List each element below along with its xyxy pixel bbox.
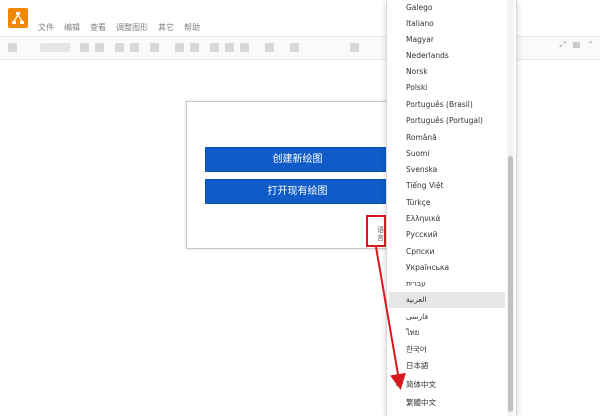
lang-item-label: Română [406,133,437,142]
zoom-in-icon[interactable] [80,43,89,52]
app-logo-icon [8,8,28,28]
lang-item-label: 繁體中文 [406,398,436,407]
delete-icon[interactable] [150,43,159,52]
lang-item-label: 简体中文 [406,380,436,389]
language-menu: Galego Italiano Magyar Nederlands Norsk … [386,0,517,416]
lang-item-simplified-chinese[interactable]: ✓ 简体中文 [389,377,505,393]
lang-item-suomi[interactable]: Suomi [389,146,505,162]
collapse-icon[interactable]: ⌃ [587,40,594,50]
lang-item-label: Português (Brasil) [406,100,473,109]
menu-view[interactable]: 查看 [90,22,106,34]
lang-item-thai[interactable]: ไทย [389,325,505,341]
lang-item-galego[interactable]: Galego [389,0,505,16]
create-new-diagram-button[interactable]: 创建新绘图 [205,147,390,172]
redo-icon[interactable] [130,43,139,52]
format-panel-icon[interactable]: ▤ [573,40,581,50]
lang-item-label: Magyar [406,35,434,44]
lang-item-hebrew[interactable]: עברית [389,276,505,292]
waypoints-icon[interactable] [290,43,299,52]
lang-item-japanese[interactable]: 日本語 [389,358,505,374]
lang-item-romana[interactable]: Română [389,130,505,146]
lang-item-svenska[interactable]: Svenska [389,162,505,178]
zoom-select[interactable] [40,43,70,52]
shadow-icon[interactable] [240,43,249,52]
lang-item-turkce[interactable]: Türkçe [389,195,505,211]
lang-item-label: Svenska [406,165,438,174]
lang-item-label: 日本語 [406,361,429,370]
lang-item-label: Ελληνικά [406,214,441,223]
lang-item-nederlands[interactable]: Nederlands [389,48,505,64]
connection-icon[interactable] [265,43,274,52]
lang-item-label: Nederlands [406,51,449,60]
menu-edit[interactable]: 编辑 [64,22,80,34]
lang-item-label: Српски [406,247,435,256]
lang-item-label: Suomi [406,149,430,158]
annotation-highlight-box [366,215,386,247]
lang-item-arabic[interactable]: العربية [389,292,505,308]
lang-item-traditional-chinese[interactable]: 繁體中文 [389,395,505,411]
lang-item-magyar[interactable]: Magyar [389,32,505,48]
lang-item-label: Italiano [406,19,434,28]
to-front-icon[interactable] [175,43,184,52]
menu-help[interactable]: 帮助 [184,22,200,34]
language-menu-scrollbar[interactable] [508,156,513,412]
lang-item-portugues-portugal[interactable]: Português (Portugal) [389,113,505,129]
lang-item-serbian[interactable]: Српски [389,244,505,260]
lang-item-label: 한국어 [406,345,427,354]
lang-item-label: Русский [406,230,438,239]
lang-item-greek[interactable]: Ελληνικά [389,211,505,227]
lang-item-portugues-brasil[interactable]: Português (Brasil) [389,97,505,113]
sidebar-toggle-icon[interactable] [8,43,17,52]
lang-item-italiano[interactable]: Italiano [389,16,505,32]
insert-icon[interactable] [350,43,359,52]
lang-item-ukrainian[interactable]: Українська [389,260,505,276]
lang-item-norsk[interactable]: Norsk [389,64,505,80]
menu-extras[interactable]: 其它 [158,22,174,34]
lang-item-tieng-viet[interactable]: Tiếng Việt [389,178,505,194]
lang-item-russian[interactable]: Русский [389,227,505,243]
lang-item-label: فارسی [406,312,429,321]
lang-item-label: עברית [406,279,426,288]
lang-item-korean[interactable]: 한국어 [389,342,505,358]
checkmark-icon: ✓ [395,380,402,389]
line-color-icon[interactable] [225,43,234,52]
menu-arrange[interactable]: 调整图形 [116,22,148,34]
zoom-out-icon[interactable] [95,43,104,52]
to-back-icon[interactable] [190,43,199,52]
lang-item-label: Українська [406,263,450,272]
fill-color-icon[interactable] [210,43,219,52]
lang-item-label: العربية [406,295,427,304]
lang-item-label: Português (Portugal) [406,116,483,125]
lang-item-persian[interactable]: فارسی [389,309,505,325]
fullscreen-icon[interactable]: ⤢ [559,40,565,50]
lang-item-label: Polski [406,83,428,92]
lang-item-label: Galego [406,3,433,12]
lang-item-label: ไทย [406,328,420,337]
lang-item-label: Norsk [406,67,428,76]
menu-bar: 文件 编辑 查看 调整图形 其它 帮助 [38,22,200,34]
lang-item-polski[interactable]: Polski [389,80,505,96]
lang-item-label: Türkçe [406,198,431,207]
menu-file[interactable]: 文件 [38,22,54,34]
lang-item-label: Tiếng Việt [406,181,444,190]
toolbar-right: ⤢ ▤ ⌃ [559,40,594,50]
open-existing-diagram-button[interactable]: 打开现有绘图 [205,179,390,204]
undo-icon[interactable] [115,43,124,52]
